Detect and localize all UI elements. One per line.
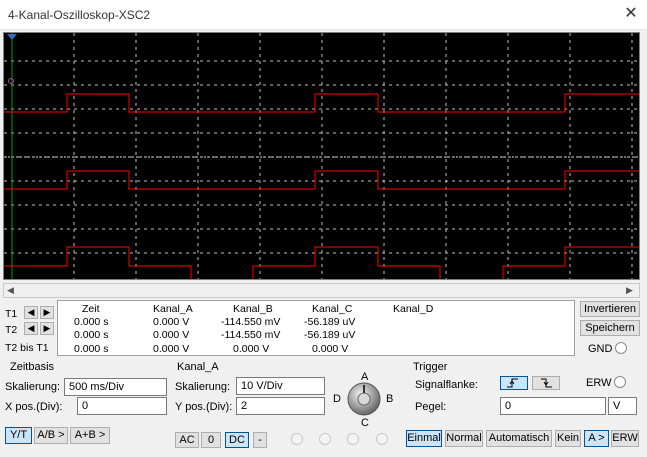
channel-c-radio[interactable] — [347, 433, 359, 445]
trigger-normal-button[interactable]: Normal — [445, 430, 483, 447]
channel-d-radio[interactable] — [376, 433, 388, 445]
title-bar: 4-Kanal-Oszilloskop-XSC2 ✕ — [0, 0, 647, 30]
diff-zeit: 0.000 s — [74, 343, 109, 355]
kanal-title: Kanal_A — [177, 361, 219, 373]
trigger-source-button[interactable]: A > — [584, 430, 609, 447]
t2-left-arrow-icon[interactable]: ◀ — [24, 322, 38, 335]
trigger-auto-button[interactable]: Automatisch — [486, 430, 552, 447]
channel-a-radio[interactable] — [291, 433, 303, 445]
horizontal-scrollbar[interactable]: ◀ ▶ — [3, 283, 640, 298]
diff-kanal-c: 0.000 V — [312, 343, 349, 355]
coupling-minus-button[interactable]: - — [253, 432, 267, 448]
kanal-scale-input[interactable]: 10 V/Div — [236, 377, 325, 395]
scope-display — [4, 33, 639, 286]
kanal-scale-label: Skalierung: — [175, 381, 231, 393]
knob-label-d: D — [333, 393, 341, 405]
mode-aplusb-button[interactable]: A+B > — [70, 427, 110, 444]
cursor-rows: T1 ◀ ▶ T2 ◀ ▶ T2 bis T1 — [3, 302, 55, 356]
trigger-level-marker-icon[interactable] — [8, 78, 14, 84]
t2-kanal-b: -114.550 mV — [221, 329, 281, 341]
t1-kanal-a: 0.000 V — [153, 316, 190, 328]
save-button[interactable]: Speichern — [580, 320, 640, 336]
header-kanal-d: Kanal_D — [393, 303, 434, 315]
channel-select-knob-icon[interactable] — [347, 382, 381, 416]
gnd-label: GND — [588, 343, 613, 355]
header-kanal-b: Kanal_B — [233, 303, 273, 315]
t1-kanal-c: -56.189 uV — [304, 316, 356, 328]
falling-edge-icon[interactable] — [532, 376, 560, 390]
knob-label-c: C — [361, 417, 369, 429]
edge-label: Signalflanke: — [415, 379, 478, 391]
trigger-erw-label: ERW — [586, 377, 612, 389]
knob-label-b: B — [386, 393, 394, 405]
t2-kanal-c: -56.189 uV — [304, 329, 356, 341]
close-icon[interactable]: ✕ — [622, 5, 640, 23]
t1-kanal-b: -114.550 mV — [221, 316, 281, 328]
trigger-title: Trigger — [413, 361, 448, 373]
row-label-t1: T1 — [5, 308, 18, 320]
mode-ab-button[interactable]: A/B > — [34, 427, 68, 444]
rising-edge-icon[interactable] — [500, 376, 528, 390]
trigger-erw-radio[interactable] — [614, 376, 626, 388]
row-label-t2: T2 — [5, 324, 18, 336]
t1-zeit: 0.000 s — [74, 316, 109, 328]
oscilloscope-screen[interactable] — [3, 32, 640, 286]
ypos-input[interactable]: 2 — [236, 397, 325, 415]
invert-button[interactable]: Invertieren — [580, 301, 640, 317]
t1-right-arrow-icon[interactable]: ▶ — [40, 306, 54, 319]
scroll-right-icon[interactable]: ▶ — [626, 284, 633, 297]
t2-zeit: 0.000 s — [74, 329, 109, 341]
trigger-ext-button[interactable]: ERW — [611, 430, 639, 447]
coupling-dc-button[interactable]: DC — [225, 432, 249, 448]
row-label-diff: T2 bis T1 — [5, 342, 49, 354]
coupling-zero-button[interactable]: 0 — [201, 432, 221, 448]
xpos-input[interactable]: 0 — [77, 397, 167, 415]
trigger-single-button[interactable]: Einmal — [406, 430, 442, 447]
t1-left-arrow-icon[interactable]: ◀ — [24, 306, 38, 319]
zeitbasis-title: Zeitbasis — [10, 361, 55, 373]
level-unit-select[interactable]: V — [608, 397, 637, 415]
mode-yt-button[interactable]: Y/T — [5, 427, 32, 444]
level-label: Pegel: — [415, 401, 447, 413]
header-kanal-c: Kanal_C — [312, 303, 353, 315]
gnd-radio[interactable] — [615, 342, 627, 354]
diff-kanal-a: 0.000 V — [153, 343, 190, 355]
t2-kanal-a: 0.000 V — [153, 329, 190, 341]
coupling-ac-button[interactable]: AC — [175, 432, 199, 448]
scroll-left-icon[interactable]: ◀ — [7, 284, 14, 297]
diff-kanal-b: 0.000 V — [233, 343, 270, 355]
channel-b-radio[interactable] — [319, 433, 331, 445]
readout-table: Zeit Kanal_A Kanal_B Kanal_C Kanal_D 0.0… — [57, 300, 575, 356]
window-title: 4-Kanal-Oszilloskop-XSC2 — [8, 8, 151, 22]
zeitbasis-scale-input[interactable]: 500 ms/Div — [64, 378, 167, 396]
level-input[interactable]: 0 — [500, 397, 606, 415]
header-zeit: Zeit — [82, 303, 100, 315]
trigger-none-button[interactable]: Kein — [555, 430, 581, 447]
ypos-label: Y pos.(Div): — [175, 401, 233, 413]
xpos-label: X pos.(Div): — [5, 401, 63, 413]
header-kanal-a: Kanal_A — [153, 303, 193, 315]
cursor-t1-marker-icon[interactable] — [7, 34, 17, 40]
zeitbasis-scale-label: Skalierung: — [5, 381, 61, 393]
t2-right-arrow-icon[interactable]: ▶ — [40, 322, 54, 335]
